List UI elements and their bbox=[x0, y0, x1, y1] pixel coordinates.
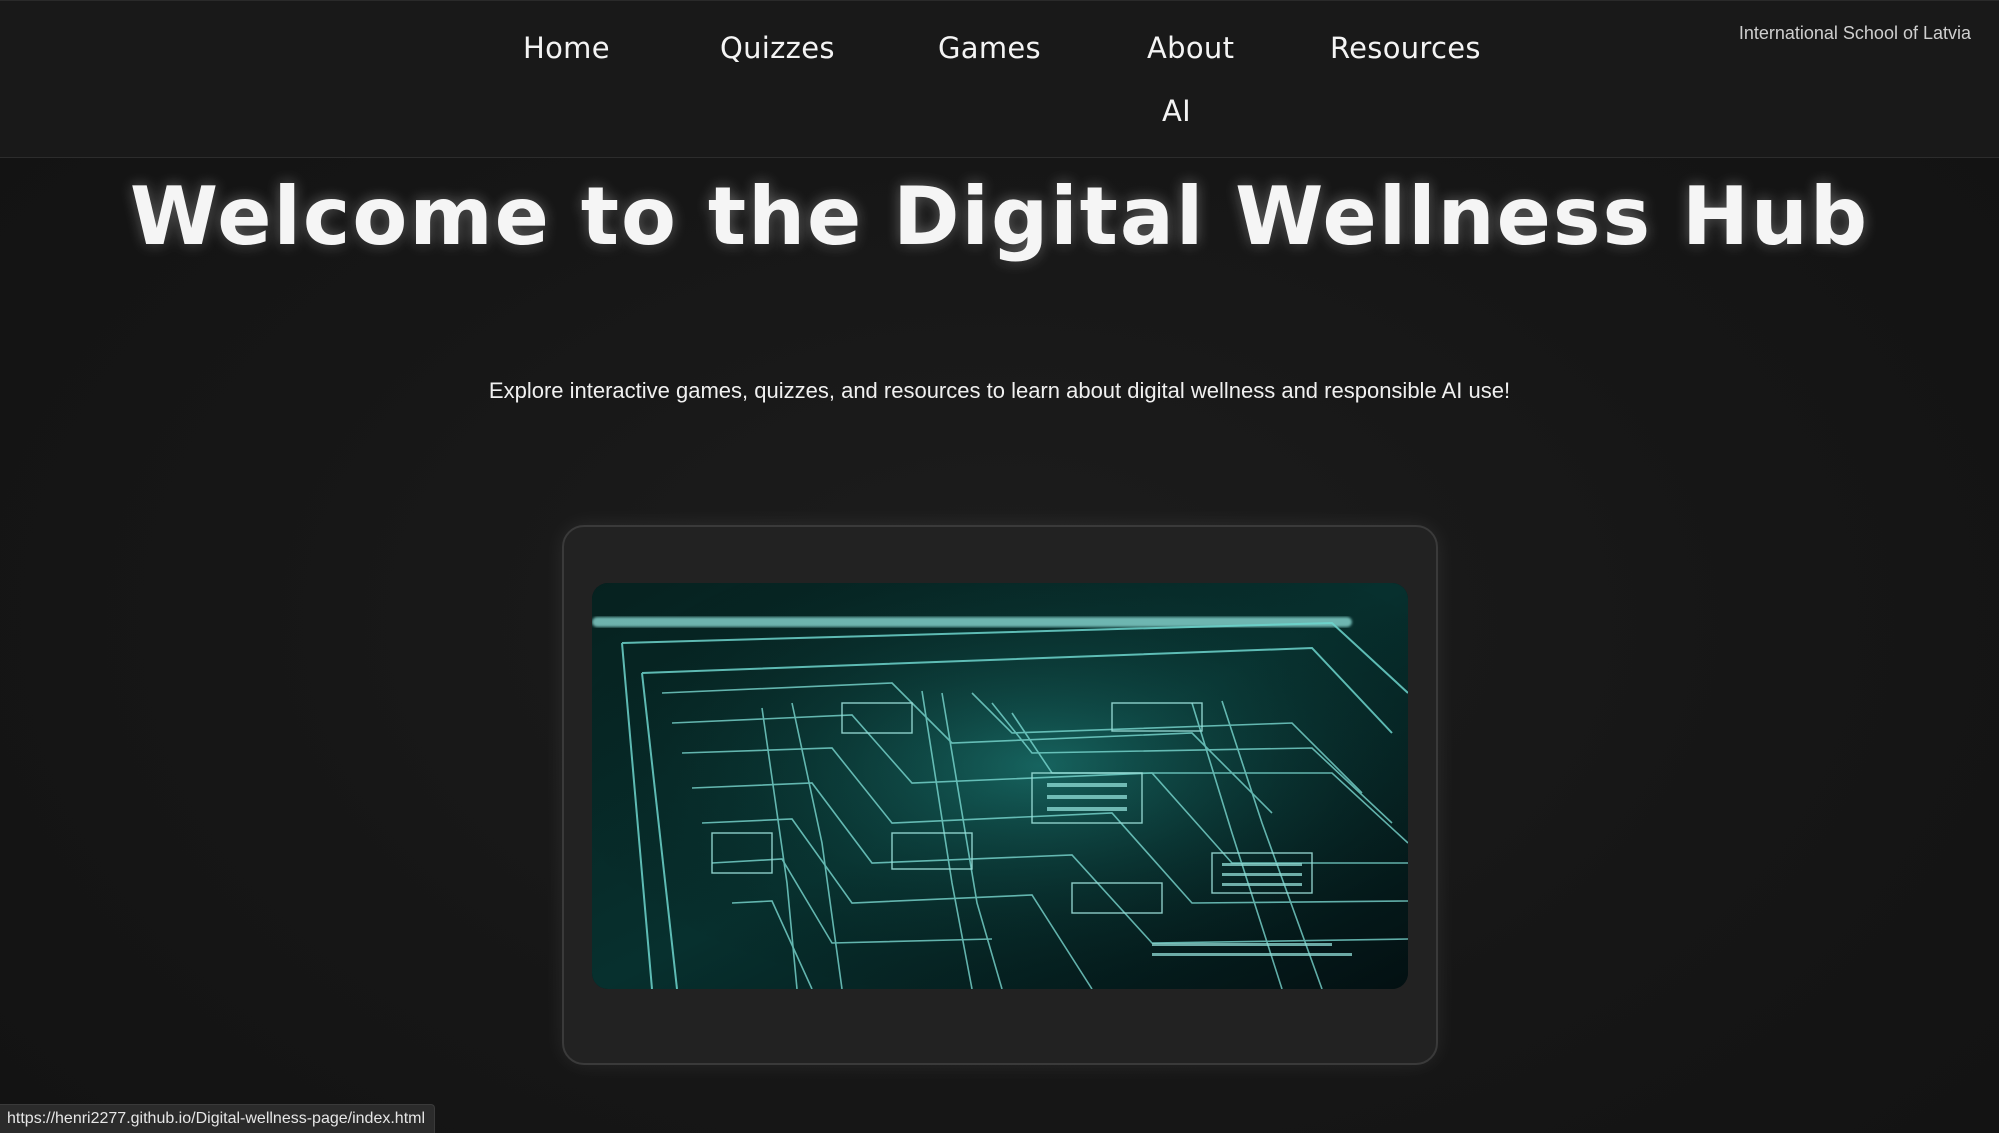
top-navigation: Home Quizzes Games About Resources AI In… bbox=[0, 0, 1999, 158]
status-bar-url: https://henri2277.github.io/Digital-well… bbox=[0, 1104, 436, 1133]
nav-home-link[interactable]: Home bbox=[523, 31, 610, 65]
nav-about-link[interactable]: About bbox=[1147, 31, 1234, 65]
page: Home Quizzes Games About Resources AI In… bbox=[0, 0, 1999, 1133]
nav-quizzes-link[interactable]: Quizzes bbox=[720, 31, 835, 65]
nav-games-link[interactable]: Games bbox=[938, 31, 1041, 65]
page-subtitle: Explore interactive games, quizzes, and … bbox=[488, 378, 1511, 403]
nav-ai-link[interactable]: AI bbox=[1162, 94, 1191, 128]
school-name: International School of Latvia bbox=[1738, 23, 1971, 43]
circuit-board-image bbox=[592, 583, 1408, 989]
hero-card bbox=[562, 525, 1438, 1065]
page-title: Welcome to the Digital Wellness Hub bbox=[129, 170, 1870, 263]
nav-resources-link[interactable]: Resources bbox=[1330, 31, 1481, 65]
